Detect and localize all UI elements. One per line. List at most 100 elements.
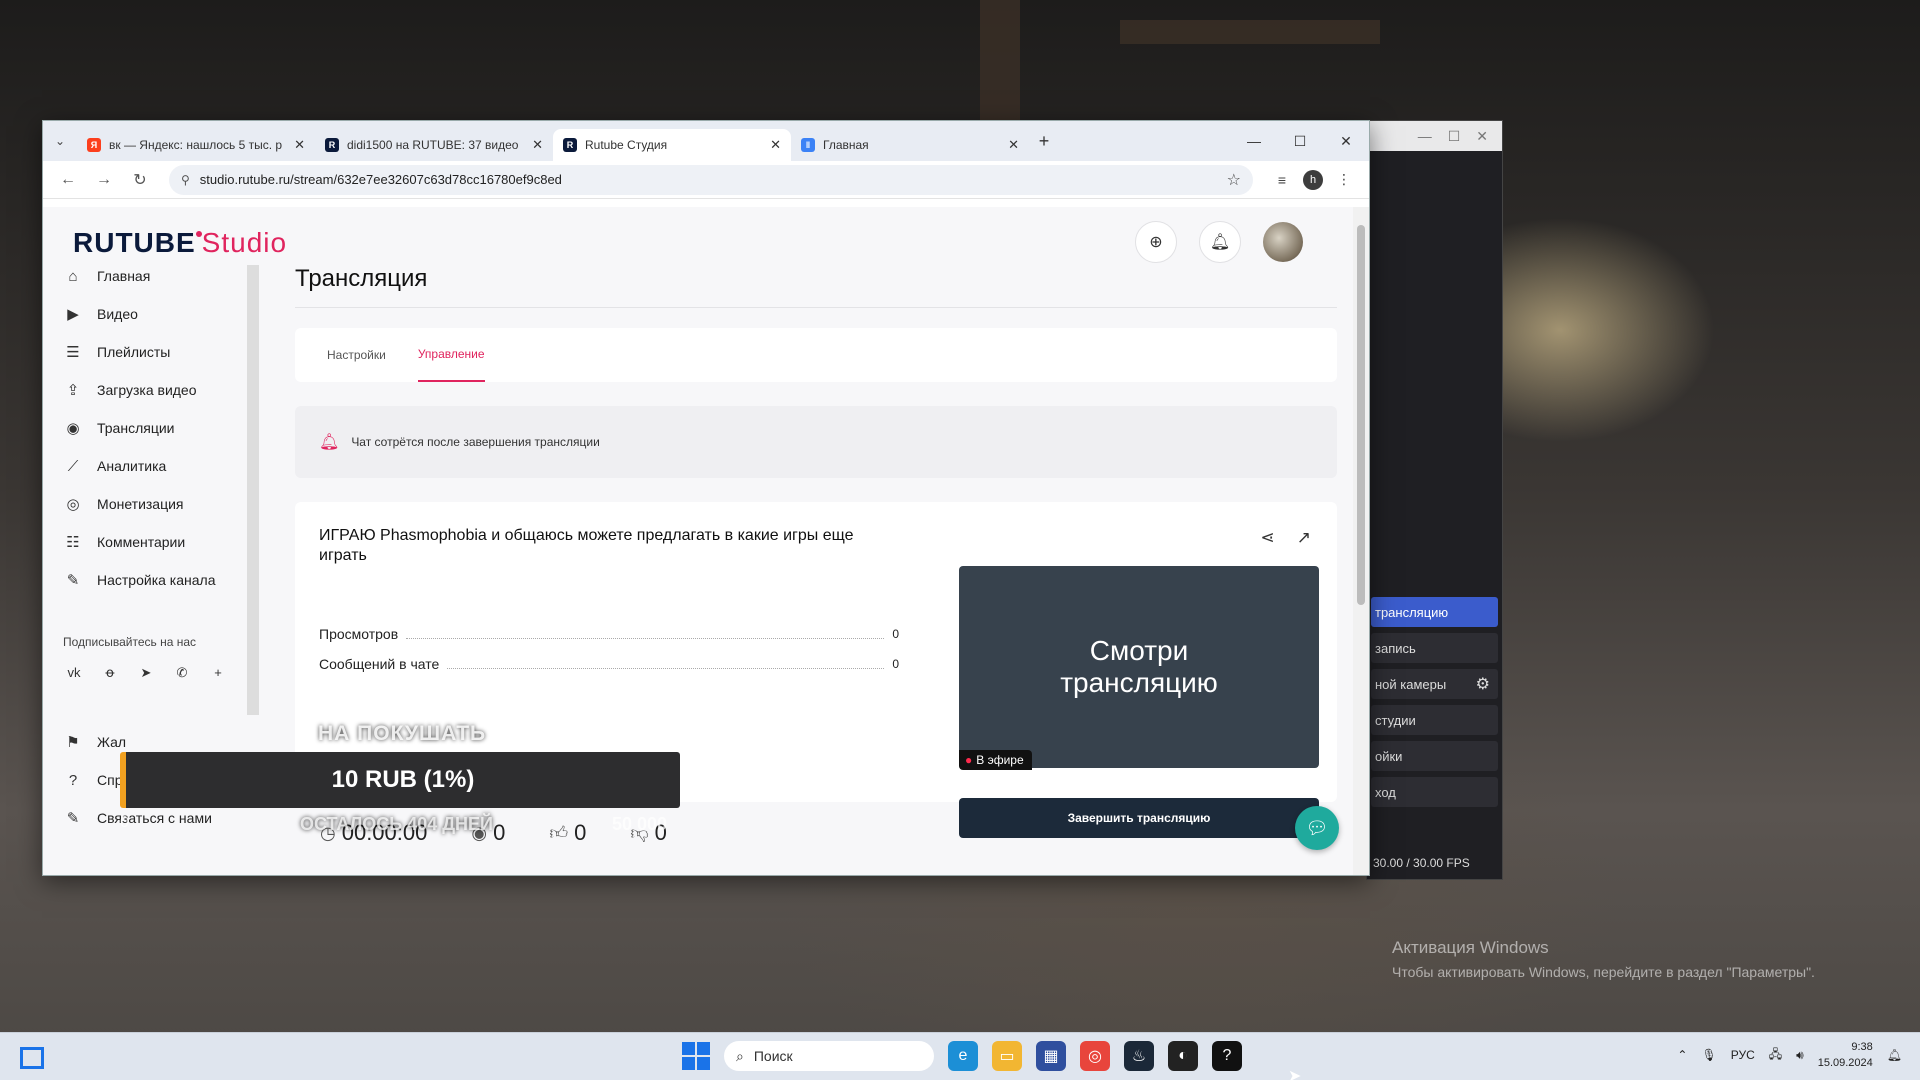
tab-search-icon[interactable]: ⌄ — [43, 134, 77, 148]
main-content: Трансляция Настройки Управление 🔔︎ Чат с… — [295, 207, 1339, 850]
viewers-value: 0 — [493, 820, 506, 845]
chevron-up-icon[interactable]: ⌃ — [1677, 1048, 1687, 1062]
file-explorer-icon[interactable]: ▭ — [992, 1041, 1022, 1071]
analytics-icon: ⟋ — [67, 457, 79, 475]
close-icon[interactable]: ✕ — [1476, 128, 1488, 145]
close-icon[interactable]: ✕ — [532, 137, 543, 153]
close-icon[interactable]: ✕ — [1008, 137, 1019, 153]
chrome-icon[interactable]: ◎ — [1080, 1041, 1110, 1071]
sidebar-item-label: Комментарии — [97, 534, 186, 550]
clock[interactable]: 9:38 15.09.2024 — [1818, 1039, 1873, 1071]
scrollbar-thumb[interactable] — [1357, 225, 1365, 605]
settings-icon: ✎ — [66, 572, 80, 589]
obs-settings-button[interactable]: ойки — [1371, 741, 1498, 771]
dotted-leader — [447, 659, 885, 669]
sidebar-item-8[interactable]: ✎ Настройка канала — [43, 561, 243, 599]
donation-progress-bar: 10 RUB (1%) — [120, 752, 680, 808]
back-icon[interactable]: ← — [53, 171, 83, 189]
address-bar[interactable]: ⚲ studio.rutube.ru/stream/632e7ee32607c6… — [169, 164, 1253, 195]
open-external-icon[interactable]: ↗ — [1297, 528, 1311, 548]
page-scrollbar[interactable] — [1353, 207, 1369, 875]
sidebar-item-2[interactable]: ☰ Плейлисты — [43, 333, 243, 371]
maximize-icon[interactable]: ☐ — [1448, 128, 1461, 145]
windows-start-icon[interactable] — [682, 1042, 710, 1070]
tab-title: Главная — [823, 138, 869, 152]
steam-icon[interactable]: ♨ — [1124, 1041, 1154, 1071]
new-tab-button[interactable]: + — [1029, 131, 1059, 152]
widgets-icon[interactable] — [20, 1047, 44, 1069]
preview-text: Смотри трансляцию — [1060, 635, 1218, 698]
plus-icon[interactable]: + — [209, 665, 227, 681]
obs-titlebar: — ☐ ✕ — [1367, 121, 1502, 151]
telegram-icon[interactable]: ➤ — [137, 665, 155, 681]
stream-preview[interactable]: Смотри трансляцию — [959, 566, 1319, 768]
microphone-icon[interactable]: 🎙︎ — [1701, 1048, 1716, 1062]
sidebar-item-6[interactable]: ◎ Монетизация — [43, 485, 243, 523]
sidebar-item-5[interactable]: ⟋ Аналитика — [43, 447, 243, 485]
reload-icon[interactable]: ↻ — [125, 170, 155, 190]
obs-icon[interactable]: ◐ — [1168, 1041, 1198, 1071]
help-icon: ? — [68, 771, 78, 789]
minimize-icon[interactable]: — — [1418, 128, 1432, 144]
scene-beam — [1120, 20, 1380, 44]
live-badge: ● В эфире — [959, 750, 1032, 770]
browser-tab-yandex[interactable]: Я вк — Яндекс: нашлось 5 тыс. р ✕ — [77, 129, 315, 161]
share-icon[interactable]: ⋖ — [1261, 528, 1275, 548]
close-icon[interactable]: ✕ — [1323, 121, 1369, 161]
obs-start-stream-button[interactable]: трансляцию — [1371, 597, 1498, 627]
obs-exit-button[interactable]: ход — [1371, 777, 1498, 807]
end-stream-button[interactable]: Завершить трансляцию — [959, 798, 1319, 838]
volume-icon[interactable]: 🔊︎ — [1796, 1048, 1804, 1063]
viber-icon[interactable]: ✆ — [173, 665, 191, 681]
sidebar-item-1[interactable]: ▶ Видео — [43, 295, 243, 333]
rutube-icon: R — [325, 138, 339, 152]
sidebar-scrollbar[interactable] — [247, 265, 259, 715]
close-icon[interactable]: ✕ — [770, 137, 781, 153]
site-info-icon[interactable]: ⚲ — [181, 173, 190, 187]
sidebar-item-label: Монетизация — [97, 496, 184, 512]
page-title: Трансляция — [295, 265, 1337, 308]
notification-icon[interactable]: 🔔︎ — [1887, 1048, 1902, 1062]
obs-virtual-camera-button[interactable]: ной камеры ⚙ — [1371, 669, 1498, 699]
browser-tab-studio[interactable]: R Rutube Студия ✕ — [553, 129, 791, 161]
odnoklassniki-icon[interactable]: ꝋ — [101, 665, 119, 681]
phasmophobia-icon[interactable]: ? — [1212, 1041, 1242, 1071]
menu-icon[interactable]: ⋮ — [1329, 171, 1359, 188]
stat-label: Просмотров — [319, 626, 399, 642]
media-control-icon[interactable]: ≡ — [1267, 172, 1297, 188]
gear-icon[interactable]: ⚙ — [1476, 674, 1490, 694]
minimize-icon[interactable]: — — [1231, 121, 1277, 161]
obs-window: — ☐ ✕ трансляцию запись ной камеры ⚙ сту… — [1366, 120, 1503, 880]
chat-button[interactable]: 💬︎ — [1295, 806, 1339, 850]
dotted-leader — [406, 629, 885, 639]
vk-icon[interactable]: vk — [65, 665, 83, 681]
browser-tab-home[interactable]: ‖ Главная ✕ — [791, 129, 1029, 161]
mouse-cursor-icon: ➤ — [1288, 1068, 1302, 1080]
language-indicator[interactable]: РУС — [1731, 1048, 1755, 1062]
obs-record-button[interactable]: запись — [1371, 633, 1498, 663]
edge-icon[interactable]: e — [948, 1041, 978, 1071]
rutube-studio-logo[interactable]: RUTUBE Studio — [73, 227, 287, 259]
close-icon[interactable]: ✕ — [294, 137, 305, 153]
stream-tabs: Настройки Управление — [295, 328, 1337, 382]
sidebar-item-4[interactable]: ◉ Трансляции — [43, 409, 243, 447]
profile-avatar[interactable]: h — [1303, 169, 1323, 190]
obs-studio-mode-button[interactable]: студии — [1371, 705, 1498, 735]
sidebar-item-3[interactable]: ⇪ Загрузка видео — [43, 371, 243, 409]
store-icon[interactable]: ▦ — [1036, 1041, 1066, 1071]
network-icon[interactable]: 🖧︎ — [1769, 1045, 1782, 1066]
taskbar-search[interactable]: ⌕ Поиск — [724, 1041, 934, 1071]
maximize-icon[interactable]: ☐ — [1277, 121, 1323, 161]
browser-tab-channel[interactable]: R didi1500 на RUTUBE: 37 видео ✕ — [315, 129, 553, 161]
stat-label: Сообщений в чате — [319, 656, 440, 672]
window-controls: — ☐ ✕ — [1231, 121, 1369, 161]
tab-title: didi1500 на RUTUBE: 37 видео — [347, 138, 519, 152]
tab-settings[interactable]: Настройки — [327, 328, 386, 382]
home-icon: ⌂ — [68, 267, 78, 285]
tab-management[interactable]: Управление — [417, 328, 485, 382]
obs-fps-readout: 30.00 / 30.00 FPS — [1373, 856, 1470, 870]
forward-icon[interactable]: → — [89, 171, 119, 189]
sidebar-item-0[interactable]: ⌂ Главная — [43, 257, 243, 295]
bookmark-star-icon[interactable]: ☆ — [1227, 170, 1241, 190]
sidebar-item-7[interactable]: ☷ Комментарии — [43, 523, 243, 561]
